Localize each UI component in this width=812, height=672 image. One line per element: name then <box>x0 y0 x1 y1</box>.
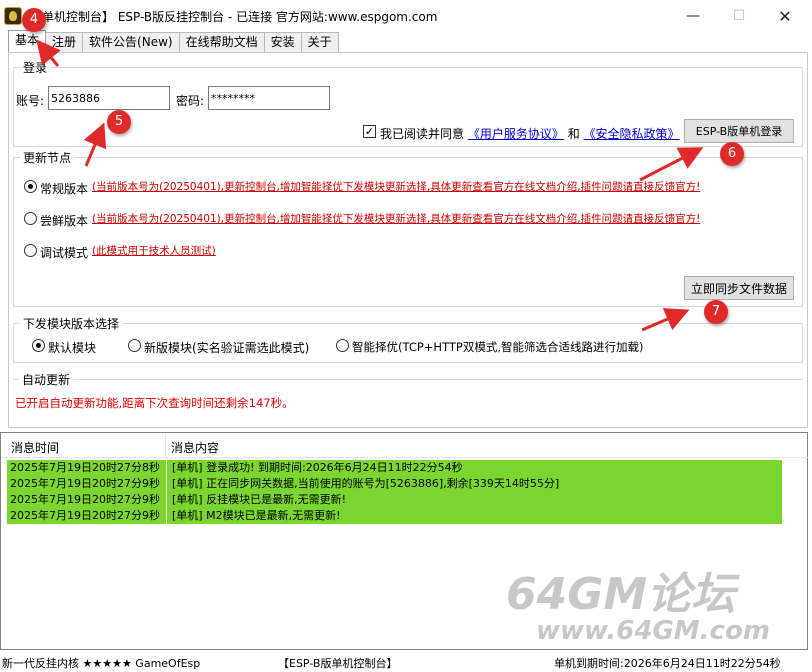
log-row-time: 2025年7月19日20时27分9秒 <box>10 477 160 490</box>
tab-register[interactable]: 注册 <box>45 32 84 52</box>
agree-text: 我已阅读并同意 《用户服务协议》 和 《安全隐私政策》 <box>380 127 680 141</box>
watermark-logo: 64GM论坛 <box>506 569 736 620</box>
password-label: 密码: <box>176 94 205 108</box>
regular-version-label[interactable]: 常规版本 <box>40 180 88 197</box>
log-column-divider[interactable] <box>165 434 166 458</box>
module-version-group: 下发模块版本选择 默认模块 新版模块(实名验证需选此模式) 智能择优(TCP+H… <box>13 315 803 363</box>
login-group: 登录 账号: 5263886 密码: ******** ✓ 我已阅读并同意 《用… <box>13 59 803 147</box>
auto-update-status: 已开启自动更新功能,距离下次查询时间还剩余147秒。 <box>15 396 294 410</box>
status-middle: 【ESP-B版单机控制台】 <box>278 657 398 670</box>
log-row-time: 2025年7月19日20时27分9秒 <box>10 493 160 506</box>
user-agreement-link[interactable]: 《用户服务协议》 <box>468 127 564 141</box>
preview-version-label[interactable]: 尝鲜版本 <box>40 212 88 229</box>
log-row-separator <box>166 492 167 508</box>
radio-preview-version[interactable] <box>24 212 37 225</box>
log-row-content: [单机] 登录成功! 到期时间:2026年6月24日11时22分54秒 <box>172 461 463 474</box>
log-row-time: 2025年7月19日20时27分8秒 <box>10 461 160 474</box>
agree-checkbox[interactable]: ✓ <box>363 125 376 138</box>
window-title: 【单机控制台】 ESP-B版反挂控制台 - 已连接 官方网站:www.espgo… <box>30 10 438 24</box>
log-col-content[interactable]: 消息内容 <box>171 439 219 456</box>
annotation-badge-4: 4 <box>22 8 46 32</box>
debug-mode-desc[interactable]: (此模式用于技术人员测试) <box>92 243 216 258</box>
tab-install[interactable]: 安装 <box>263 32 302 52</box>
account-label: 账号: <box>16 94 45 108</box>
log-row[interactable]: 2025年7月19日20时27分9秒 [单机] 反挂模块已是最新,无需更新! <box>7 492 782 508</box>
log-row-content: [单机] 反挂模块已是最新,无需更新! <box>172 493 346 506</box>
tab-online-help[interactable]: 在线帮助文档 <box>178 32 265 52</box>
tab-panel-basic: 登录 账号: 5263886 密码: ******** ✓ 我已阅读并同意 《用… <box>8 52 808 428</box>
password-input[interactable]: ******** <box>208 86 330 110</box>
radio-smart-module[interactable] <box>336 339 349 352</box>
debug-mode-label[interactable]: 调试模式 <box>40 244 88 261</box>
module-version-group-title: 下发模块版本选择 <box>20 315 123 332</box>
annotation-badge-7: 7 <box>704 300 728 324</box>
smart-module-label[interactable]: 智能择优(TCP+HTTP双模式,智能筛选合适线路进行加载) <box>352 339 644 355</box>
auto-update-group-title: 自动更新 <box>19 371 74 388</box>
tab-about[interactable]: 关于 <box>300 32 339 52</box>
radio-regular-version[interactable] <box>24 180 37 193</box>
status-right: 单机到期时间:2026年6月24日11时22分54秒 <box>554 657 781 670</box>
watermark-url: www.64GM.com <box>536 616 770 646</box>
login-group-title: 登录 <box>20 59 51 76</box>
status-left: 新一代反挂内核 ★★★★★ GameOfEsp <box>2 657 201 670</box>
default-module-label[interactable]: 默认模块 <box>48 339 96 356</box>
regular-version-desc[interactable]: (当前版本号为(20250401),更新控制台,增加智能择优下发模块更新选择,具… <box>92 179 700 194</box>
privacy-policy-link[interactable]: 《安全隐私政策》 <box>584 127 680 141</box>
tab-announcement[interactable]: 软件公告(New) <box>82 32 180 52</box>
log-row-content: [单机] 正在同步网关数据,当前使用的账号为[5263886],剩余[339天1… <box>172 477 560 490</box>
log-row[interactable]: 2025年7月19日20时27分8秒 [单机] 登录成功! 到期时间:2026年… <box>7 460 782 476</box>
login-button[interactable]: ESP-B版单机登录 <box>684 119 794 143</box>
radio-default-module[interactable] <box>32 339 45 352</box>
update-node-group: 更新节点 常规版本 (当前版本号为(20250401),更新控制台,增加智能择优… <box>13 149 803 307</box>
close-button[interactable]: ✕ <box>762 4 808 28</box>
annotation-badge-5: 5 <box>107 110 131 134</box>
maximize-button[interactable]: ☐ <box>716 4 762 28</box>
radio-new-module[interactable] <box>128 339 141 352</box>
update-node-group-title: 更新节点 <box>20 149 75 166</box>
account-input[interactable]: 5263886 <box>48 86 170 110</box>
log-row-separator <box>166 508 167 524</box>
log-row-separator <box>166 460 167 476</box>
minimize-button[interactable]: — <box>670 4 716 28</box>
log-header: 消息时间 消息内容 <box>2 434 808 458</box>
new-module-label[interactable]: 新版模块(实名验证需选此模式) <box>144 339 309 356</box>
auto-update-group: 自动更新 已开启自动更新功能,距离下次查询时间还剩余147秒。 <box>13 371 803 423</box>
log-col-time[interactable]: 消息时间 <box>11 439 59 456</box>
status-bar: 新一代反挂内核 ★★★★★ GameOfEsp 【ESP-B版单机控制台】 单机… <box>0 652 812 672</box>
log-row[interactable]: 2025年7月19日20时27分9秒 [单机] 正在同步网关数据,当前使用的账号… <box>7 476 782 492</box>
tab-basic[interactable]: 基本 <box>8 30 47 52</box>
preview-version-desc[interactable]: (当前版本号为(20250401),更新控制台,增加智能择优下发模块更新选择,具… <box>92 211 700 226</box>
log-row-separator <box>166 476 167 492</box>
sync-files-button[interactable]: 立即同步文件数据 <box>684 276 794 300</box>
log-row-content: [单机] M2模块已是最新,无需更新! <box>172 509 341 522</box>
annotation-badge-6: 6 <box>720 142 744 166</box>
log-row[interactable]: 2025年7月19日20时27分9秒 [单机] M2模块已是最新,无需更新! <box>7 508 782 524</box>
tab-bar: 基本 注册 软件公告(New) 在线帮助文档 安装 关于 <box>8 30 339 52</box>
app-logo-icon <box>4 7 22 25</box>
radio-debug-mode[interactable] <box>24 244 37 257</box>
log-row-time: 2025年7月19日20时27分9秒 <box>10 509 160 522</box>
title-bar: 【单机控制台】 ESP-B版反挂控制台 - 已连接 官方网站:www.espgo… <box>0 0 812 32</box>
